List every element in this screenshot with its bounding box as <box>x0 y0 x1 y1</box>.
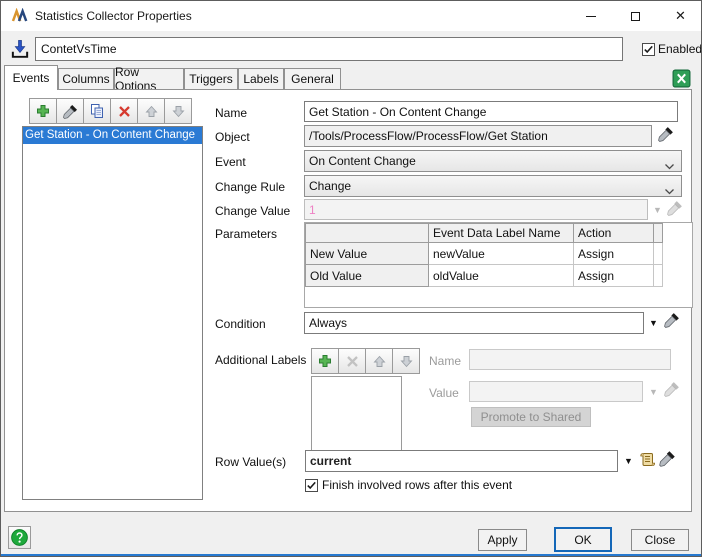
maximize-button[interactable] <box>613 1 658 31</box>
event-name-field[interactable]: Get Station - On Content Change <box>304 101 678 122</box>
param-col-header-empty <box>305 223 429 243</box>
condition-label: Condition <box>215 317 266 331</box>
table-row: New Value newValue Assign <box>305 242 663 265</box>
object-field[interactable]: /Tools/ProcessFlow/ProcessFlow/Get Stati… <box>304 125 652 147</box>
label-name-label: Name <box>429 354 462 368</box>
additional-labels-label: Additional Labels <box>215 353 307 367</box>
event-list-toolbar <box>29 98 192 124</box>
param-col-header-event-data-label: Event Data Label Name <box>428 223 574 243</box>
change-value-eyedropper-icon-disabled[interactable] <box>666 199 684 222</box>
add-event-button[interactable] <box>29 98 57 124</box>
change-rule-combobox[interactable]: Change <box>304 175 682 197</box>
param-cell-label-name[interactable]: oldValue <box>428 264 574 287</box>
minimize-icon <box>585 15 596 17</box>
parameters-grid: Event Data Label Name Action New Value n… <box>305 223 663 287</box>
event-combobox[interactable]: On Content Change <box>304 150 682 172</box>
parameters-table: Event Data Label Name Action New Value n… <box>304 222 693 308</box>
code-scroll-icon[interactable] <box>638 450 657 474</box>
down-arrow-icon <box>171 104 186 119</box>
param-cell-action[interactable]: Assign <box>573 264 654 287</box>
param-col-header-action: Action <box>573 223 654 243</box>
object-eyedropper-icon[interactable] <box>657 125 675 148</box>
param-cell-label-name[interactable]: newValue <box>428 242 574 265</box>
ok-button[interactable]: OK <box>554 527 612 552</box>
down-arrow-icon <box>399 354 414 369</box>
move-label-up-button-disabled[interactable] <box>365 348 393 374</box>
tab-columns[interactable]: Columns <box>58 68 114 89</box>
statistics-collector-properties-window: Statistics Collector Properties ✕ Enable… <box>0 0 702 557</box>
event-list-item[interactable]: Get Station - On Content Change <box>23 127 202 144</box>
label-value-label: Value <box>429 386 459 400</box>
export-to-excel-icon[interactable] <box>672 69 691 88</box>
tab-events[interactable]: Events <box>4 65 58 90</box>
object-label: Object <box>215 130 250 144</box>
row-values-label: Row Value(s) <box>215 455 287 469</box>
sampler-eyedropper-button[interactable] <box>56 98 84 124</box>
move-event-up-button[interactable] <box>137 98 165 124</box>
window-title: Statistics Collector Properties <box>35 9 192 23</box>
finish-rows-checkbox[interactable] <box>305 478 318 492</box>
help-button[interactable] <box>8 526 31 549</box>
row-values-field[interactable]: current <box>305 450 618 472</box>
tab-triggers[interactable]: Triggers <box>184 68 238 89</box>
additional-labels-toolbar <box>311 348 420 374</box>
change-rule-label: Change Rule <box>215 180 286 194</box>
chevron-down-icon <box>664 184 675 198</box>
label-value-dropdown-icon-disabled[interactable]: ▼ <box>649 388 658 397</box>
close-button[interactable]: ✕ <box>658 1 701 31</box>
label-value-field-disabled[interactable] <box>469 381 643 402</box>
enabled-checkbox[interactable] <box>642 42 655 56</box>
finish-rows-label: Finish involved rows after this event <box>322 478 513 492</box>
delete-label-button-disabled[interactable] <box>338 348 366 374</box>
param-col-header-filler <box>653 223 663 243</box>
param-row-header: Old Value <box>305 264 429 287</box>
label-name-field-disabled[interactable] <box>469 349 671 370</box>
tab-row-options[interactable]: Row Options <box>114 65 184 93</box>
condition-dropdown-icon[interactable]: ▼ <box>649 319 658 328</box>
name-label: Name <box>215 106 248 120</box>
tab-general[interactable]: General <box>284 68 341 89</box>
chevron-down-icon <box>664 159 675 173</box>
minimize-button[interactable] <box>568 1 613 31</box>
change-value-dropdown-icon[interactable]: ▼ <box>653 206 662 215</box>
collector-name-input[interactable] <box>35 37 623 61</box>
param-row-header: New Value <box>305 242 429 265</box>
maximize-icon <box>631 11 640 21</box>
delete-event-button[interactable] <box>110 98 138 124</box>
event-label: Event <box>215 155 246 169</box>
help-icon <box>11 529 28 546</box>
event-listbox[interactable]: Get Station - On Content Change <box>22 126 203 500</box>
flexsim-logo-icon <box>11 7 29 24</box>
drag-drop-icon[interactable] <box>9 38 31 60</box>
finish-rows-checkbox-row: Finish involved rows after this event <box>305 478 512 492</box>
row-values-eyedropper-icon[interactable] <box>658 449 677 473</box>
enabled-label: Enabled <box>658 42 702 56</box>
condition-eyedropper-icon[interactable] <box>663 311 681 334</box>
condition-field[interactable]: Always <box>304 312 644 334</box>
close-button-footer[interactable]: Close <box>631 529 689 551</box>
label-value-eyedropper-icon-disabled[interactable] <box>663 380 681 403</box>
change-value-field[interactable]: 1 <box>304 199 648 220</box>
change-value-label: Change Value <box>215 204 291 218</box>
move-label-down-button-disabled[interactable] <box>392 348 420 374</box>
copy-event-button[interactable] <box>83 98 111 124</box>
param-cell-action[interactable]: Assign <box>573 242 654 265</box>
apply-button[interactable]: Apply <box>478 529 527 551</box>
title-bar: Statistics Collector Properties ✕ <box>1 1 701 31</box>
enabled-checkbox-row: Enabled <box>642 42 702 56</box>
row-values-dropdown-icon[interactable]: ▼ <box>624 457 633 466</box>
promote-to-shared-button[interactable]: Promote to Shared <box>471 407 591 427</box>
add-label-button[interactable] <box>311 348 339 374</box>
move-event-down-button[interactable] <box>164 98 192 124</box>
table-row: Old Value oldValue Assign <box>305 264 663 287</box>
window-bottom-accent <box>1 554 701 556</box>
tab-labels[interactable]: Labels <box>238 68 284 89</box>
events-tab-page: Get Station - On Content Change Name Get… <box>4 89 693 512</box>
parameters-label: Parameters <box>215 227 278 241</box>
